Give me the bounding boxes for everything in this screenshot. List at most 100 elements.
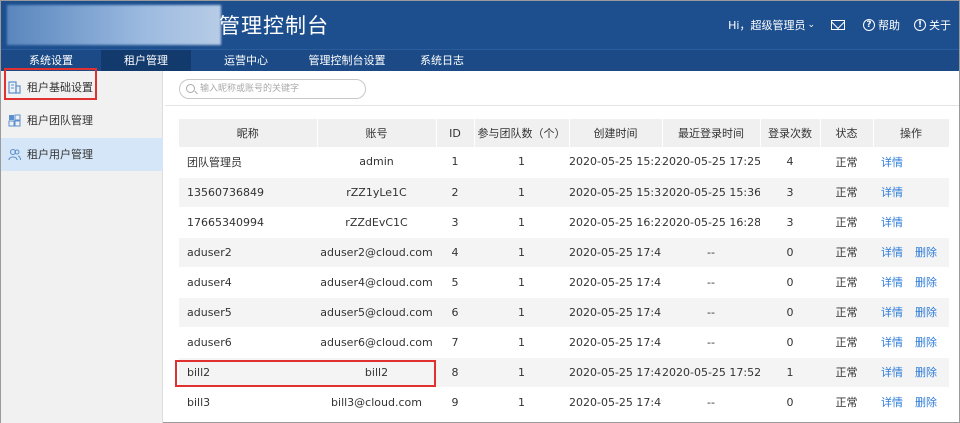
- column-header-created: 创建时间: [569, 119, 663, 147]
- sidebar-item-label: 租户用户管理: [27, 148, 93, 161]
- cell-team-count: 1: [474, 237, 569, 268]
- cell-actions: 详情 删除: [873, 357, 949, 388]
- cell-nickname: aduser5: [179, 297, 317, 328]
- header-actions: Hi，超级管理员 ⌄ ? 帮助 ! 关于: [728, 17, 951, 33]
- cell-team-count: 1: [474, 177, 569, 208]
- cell-id: 7: [436, 327, 474, 358]
- mail-icon[interactable]: [831, 20, 845, 30]
- divider: [165, 105, 959, 106]
- cell-created: 2020-05-25 15:24: [569, 147, 662, 178]
- sidebar-item-label: 租户团队管理: [27, 114, 93, 127]
- cell-team-count: 1: [474, 297, 569, 328]
- cell-actions: 详情 删除: [873, 237, 949, 268]
- delete-link[interactable]: 删除: [915, 336, 937, 349]
- cell-nickname: 团队管理员: [179, 147, 317, 178]
- cell-id: 2: [436, 177, 474, 208]
- delete-link[interactable]: 删除: [915, 246, 937, 259]
- table-row: 13560736849 rZZ1yLe1C 2 1 2020-05-25 15:36 20…: [179, 177, 949, 208]
- details-link[interactable]: 详情: [881, 156, 903, 169]
- delete-link[interactable]: 删除: [915, 366, 937, 379]
- details-link[interactable]: 详情: [881, 366, 903, 379]
- cell-team-count: 1: [474, 267, 569, 298]
- search-input[interactable]: [200, 82, 360, 96]
- cell-login-count: 0: [760, 267, 820, 298]
- cell-actions: 详情: [873, 147, 949, 178]
- table-row: aduser5 aduser5@cloud.com 6 1 2020-05-25 17:…: [179, 297, 949, 328]
- cell-actions: 详情: [873, 207, 949, 238]
- sidebar-item-tenant-team-management[interactable]: 租户团队管理: [1, 104, 163, 137]
- app-title: 管理控制台: [219, 14, 329, 38]
- team-grid-icon: [8, 114, 21, 127]
- cell-last-login: --: [662, 237, 760, 268]
- details-link[interactable]: 详情: [881, 186, 903, 199]
- cell-actions: 详情 删除: [873, 297, 949, 328]
- cell-actions: 详情: [873, 177, 949, 208]
- cell-account: rZZ1yLe1C: [317, 177, 436, 208]
- sidebar-item-tenant-user-management[interactable]: 租户用户管理: [1, 138, 163, 171]
- cell-status: 正常: [820, 147, 873, 178]
- users-icon: [8, 148, 21, 161]
- annotation-highlight-row: [175, 360, 436, 387]
- logo-image: [7, 5, 221, 45]
- table-row: 团队管理员 admin 1 1 2020-05-25 15:24 2020-05-25 1…: [179, 147, 949, 178]
- cell-account: bill3@cloud.com: [317, 387, 436, 418]
- cell-id: 8: [436, 357, 474, 388]
- column-header-nickname: 昵称: [179, 119, 318, 147]
- details-link[interactable]: 详情: [881, 306, 903, 319]
- delete-link[interactable]: 删除: [915, 396, 937, 409]
- help-icon: ?: [863, 19, 875, 31]
- details-link[interactable]: 详情: [881, 276, 903, 289]
- cell-last-login: --: [662, 327, 760, 358]
- details-link[interactable]: 详情: [881, 246, 903, 259]
- sidebar: 租户基础设置 租户团队管理 租户用户管理: [1, 71, 163, 423]
- cell-nickname: aduser4: [179, 267, 317, 298]
- help-label: 帮助: [878, 19, 900, 32]
- tab-console-settings[interactable]: 管理控制台设置: [297, 50, 397, 71]
- cell-login-count: 3: [760, 177, 820, 208]
- cell-last-login: 2020-05-25 17:25: [662, 147, 760, 178]
- cell-status: 正常: [820, 237, 873, 268]
- cell-status: 正常: [820, 177, 873, 208]
- tab-operations-center[interactable]: 运营中心: [211, 50, 281, 71]
- cell-account: aduser5@cloud.com: [317, 297, 436, 328]
- delete-link[interactable]: 删除: [915, 306, 937, 319]
- cell-created: 2020-05-25 16:24: [569, 207, 662, 238]
- column-header-login-count: 登录次数: [760, 119, 821, 147]
- cell-actions: 详情 删除: [873, 387, 949, 418]
- cell-created: 2020-05-25 17:41: [569, 297, 662, 328]
- chevron-down-icon: ⌄: [807, 20, 815, 30]
- cell-team-count: 1: [474, 357, 569, 388]
- cell-last-login: --: [662, 297, 760, 328]
- cell-created: 2020-05-25 17:49: [569, 387, 662, 418]
- details-link[interactable]: 详情: [881, 396, 903, 409]
- table-row: bill3 bill3@cloud.com 9 1 2020-05-25 17:49 --…: [179, 387, 949, 418]
- cell-status: 正常: [820, 267, 873, 298]
- table-row: 17665340994 rZZdEvC1C 3 1 2020-05-25 16:24 20…: [179, 207, 949, 238]
- table-row: aduser2 aduser2@cloud.com 4 1 2020-05-25 17:…: [179, 237, 949, 268]
- delete-link[interactable]: 删除: [915, 276, 937, 289]
- cell-status: 正常: [820, 387, 873, 418]
- details-link[interactable]: 详情: [881, 336, 903, 349]
- cell-last-login: 2020-05-25 17:52: [662, 357, 760, 388]
- cell-nickname: aduser6: [179, 327, 317, 358]
- cell-team-count: 1: [474, 327, 569, 358]
- cell-nickname: bill3: [179, 387, 317, 418]
- cell-created: 2020-05-25 17:41: [569, 267, 662, 298]
- cell-team-count: 1: [474, 387, 569, 418]
- tab-tenant-management[interactable]: 租户管理: [101, 50, 191, 71]
- about-label: 关于: [929, 19, 951, 32]
- greeting-text: Hi，超级管理员: [728, 19, 806, 32]
- column-header-id: ID: [436, 119, 475, 147]
- tab-system-log[interactable]: 系统日志: [409, 50, 475, 71]
- help-button[interactable]: ? 帮助: [863, 17, 900, 33]
- cell-id: 3: [436, 207, 474, 238]
- cell-id: 5: [436, 267, 474, 298]
- column-header-account: 账号: [317, 119, 437, 147]
- cell-id: 6: [436, 297, 474, 328]
- user-menu[interactable]: Hi，超级管理员 ⌄: [728, 17, 815, 33]
- about-button[interactable]: ! 关于: [914, 17, 951, 33]
- cell-status: 正常: [820, 207, 873, 238]
- search-box[interactable]: [179, 79, 366, 99]
- cell-login-count: 3: [760, 207, 820, 238]
- details-link[interactable]: 详情: [881, 216, 903, 229]
